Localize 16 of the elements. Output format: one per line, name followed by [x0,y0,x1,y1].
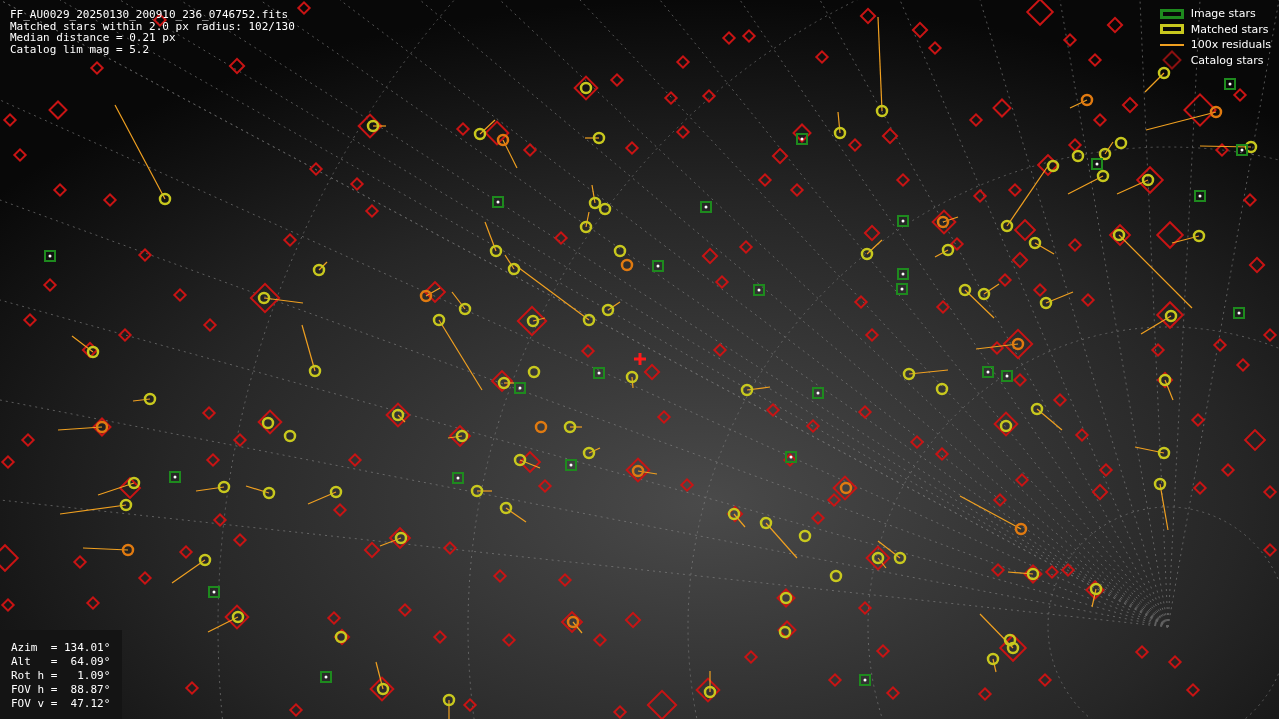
pointing-text: Alt = 64.09° [11,655,112,669]
pointing-text: Azim = 134.01° [11,641,112,655]
pointing-text: Rot h = 1.09° [11,669,112,683]
legend-label: Matched stars [1190,22,1269,36]
pointing-text: FOV v = 47.12° [11,697,112,711]
residual-line-icon [1159,43,1184,46]
legend-label: Catalog stars [1190,53,1264,67]
legend-label: Image stars [1190,7,1256,21]
legend-label: 100x residuals [1190,38,1271,52]
info-text: Median distance = 0.21 px [10,32,176,44]
info-text: Catalog lim mag = 5.2 [10,43,151,55]
matched-star-marker-icon [1159,24,1184,35]
info-text: FF_AU0029_20250130_200910_236_0746752.fits [10,9,290,21]
image-star-marker-icon [1159,8,1184,19]
pointing-text: FOV h = 88.87° [11,683,112,697]
info-text: Matched stars within 2.0 px radius: 102/130 [10,20,295,32]
